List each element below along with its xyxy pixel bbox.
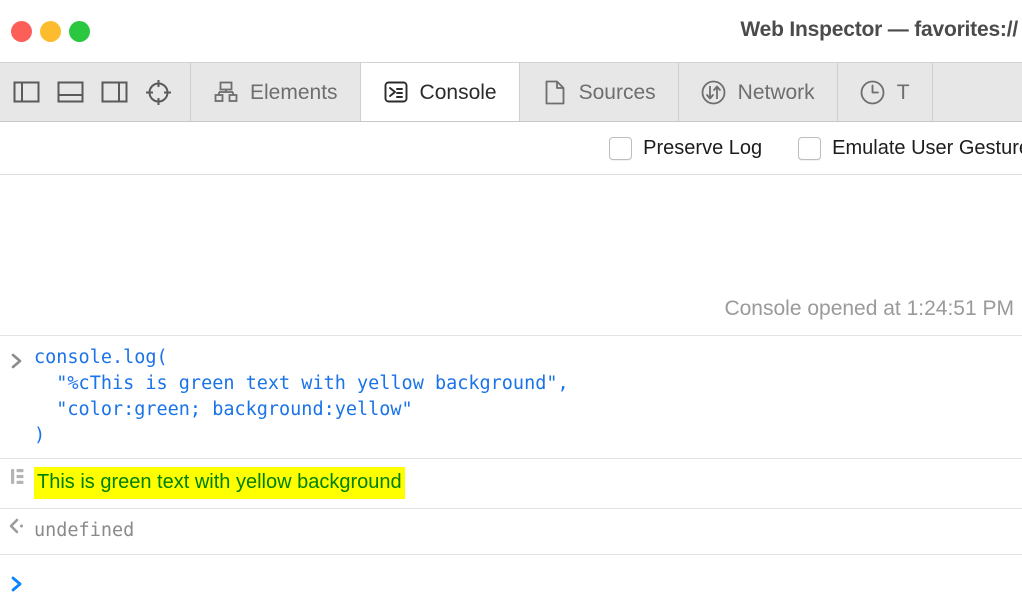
console-result-row: undefined (0, 509, 1022, 556)
console-log-output: This is green text with yellow backgroun… (34, 467, 405, 499)
emulate-user-gesture-option[interactable]: Emulate User Gesture (798, 136, 1022, 160)
console-panel: Console opened at 1:24:51 PM console.log… (0, 175, 1022, 612)
tab-sources-label: Sources (578, 80, 656, 104)
console-opened-message: Console opened at 1:24:51 PM (724, 297, 1014, 320)
console-prompt-row[interactable] (0, 555, 1022, 594)
dom-tree-icon (213, 79, 239, 105)
input-chevron-icon (0, 344, 34, 369)
console-input-row[interactable]: console.log( "%cThis is green text with … (0, 336, 1022, 459)
prompt-chevron-icon (0, 567, 34, 592)
inspector-tabbar: Elements Console Sources Network T (0, 62, 1022, 122)
tab-console-label: Console (419, 80, 497, 104)
console-prompt-icon (383, 79, 409, 105)
tab-elements-label: Elements (250, 80, 338, 104)
tab-console[interactable]: Console (360, 63, 520, 121)
tab-network-label: Network (737, 80, 815, 104)
tab-timelines-label: T (896, 80, 910, 104)
log-entry-icon (0, 459, 34, 485)
window-title: Web Inspector — favorites:// (740, 18, 1018, 41)
console-prompt-input[interactable] (34, 567, 1022, 594)
result-chevron-icon (0, 509, 34, 534)
tab-sources[interactable]: Sources (519, 63, 679, 121)
console-log-row: This is green text with yellow backgroun… (0, 459, 1022, 509)
dock-bottom-icon[interactable] (57, 79, 84, 106)
console-input-code: console.log( "%cThis is green text with … (34, 347, 569, 446)
console-result-value: undefined (34, 520, 135, 541)
network-arrows-icon (701, 79, 727, 105)
console-options-bar: Preserve Log Emulate User Gesture (0, 122, 1022, 175)
tab-elements[interactable]: Elements (191, 63, 361, 121)
clock-icon (860, 79, 886, 105)
preserve-log-label: Preserve Log (643, 136, 763, 159)
console-log-output-wrapper: This is green text with yellow backgroun… (34, 459, 405, 508)
window-titlebar: Web Inspector — favorites:// (0, 0, 1022, 62)
dock-left-icon[interactable] (13, 79, 40, 106)
tab-network[interactable]: Network (678, 63, 838, 121)
inspect-element-icon[interactable] (145, 79, 172, 106)
console-banner: Console opened at 1:24:51 PM (0, 175, 1022, 336)
preserve-log-checkbox[interactable] (609, 136, 633, 160)
dock-controls-group (0, 63, 191, 121)
tab-timelines[interactable]: T (837, 63, 933, 121)
emulate-user-gesture-checkbox[interactable] (798, 136, 822, 160)
emulate-user-gesture-label: Emulate User Gesture (832, 136, 1022, 159)
document-icon (542, 79, 568, 105)
preserve-log-option[interactable]: Preserve Log (609, 136, 763, 160)
dock-right-icon[interactable] (101, 79, 128, 106)
